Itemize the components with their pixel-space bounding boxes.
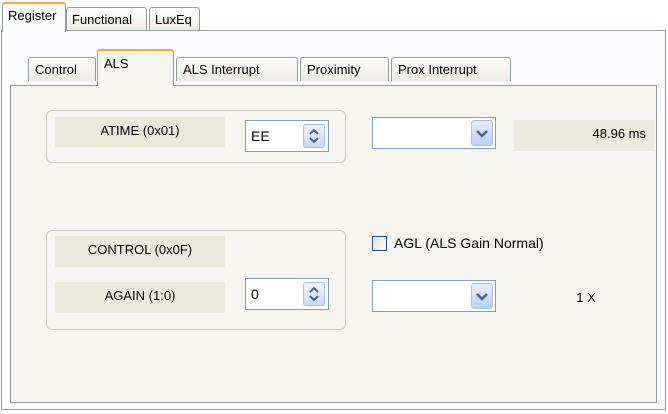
again-value: 0 — [251, 286, 259, 302]
up-down-arrows-icon[interactable] — [303, 124, 325, 148]
again-spinner[interactable]: 0 — [245, 278, 329, 310]
tab-als-label: ALS — [104, 56, 129, 71]
tab-prox-interrupt-label: Prox Interrupt — [398, 62, 477, 77]
tab-register[interactable]: Register — [2, 2, 66, 32]
agl-checkbox[interactable] — [372, 236, 387, 251]
chevron-down-icon[interactable] — [471, 120, 493, 146]
atime-readout: 48.96 ms — [514, 120, 654, 151]
up-down-arrows-icon[interactable] — [303, 282, 325, 306]
tab-proximity-label: Proximity — [307, 62, 361, 77]
outer-tab-strip: Register Functional LuxEq — [0, 0, 668, 32]
tab-control[interactable]: Control — [28, 57, 96, 81]
gain-readout: 1 X — [576, 290, 596, 305]
tab-functional-label: Functional — [72, 12, 132, 27]
tab-control-label: Control — [35, 62, 77, 77]
tab-als-interrupt-label: ALS Interrupt — [183, 62, 260, 77]
tab-functional[interactable]: Functional — [66, 7, 147, 31]
atime-combo[interactable] — [372, 117, 496, 149]
tab-register-label: Register — [8, 8, 57, 23]
tab-als[interactable]: ALS — [97, 49, 174, 86]
tab-prox-interrupt[interactable]: Prox Interrupt — [391, 57, 511, 81]
again-label: AGAIN (1:0) — [55, 282, 225, 313]
tab-luxeq-label: LuxEq — [155, 12, 192, 27]
tab-luxeq[interactable]: LuxEq — [149, 7, 200, 31]
atime-value: EE — [251, 128, 270, 144]
tab-proximity[interactable]: Proximity — [300, 57, 389, 81]
agl-label: AGL (ALS Gain Normal) — [394, 235, 544, 251]
again-combo[interactable] — [372, 280, 496, 312]
tab-als-interrupt[interactable]: ALS Interrupt — [176, 57, 298, 81]
control-label: CONTROL (0x0F) — [55, 236, 225, 267]
atime-label: ATIME (0x01) — [55, 117, 225, 147]
chevron-down-icon[interactable] — [471, 283, 493, 309]
atime-spinner[interactable]: EE — [245, 120, 329, 152]
